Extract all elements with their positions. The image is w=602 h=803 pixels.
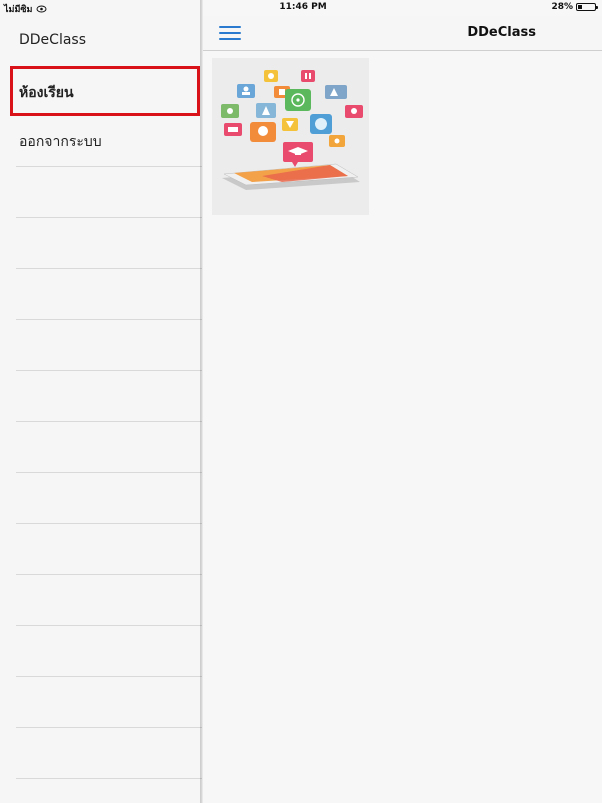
sidebar-empty-row — [0, 269, 202, 320]
sidebar: DDeClass ห้องเรียนออกจากระบบ — [0, 0, 202, 803]
sidebar-item-label: ออกจากระบบ — [19, 134, 102, 150]
page-title: DDeClass — [467, 25, 536, 40]
status-right: 28% — [551, 2, 598, 12]
sidebar-empty-row — [0, 320, 202, 371]
sidebar-menu: ห้องเรียนออกจากระบบ — [0, 66, 202, 779]
status-time: 11:46 PM — [279, 2, 327, 12]
sidebar-empty-row — [0, 728, 202, 779]
sidebar-empty-row — [0, 167, 202, 218]
nav-bar: DDeClass — [203, 16, 602, 51]
sidebar-empty-row — [0, 575, 202, 626]
battery-percent: 28% — [551, 2, 573, 12]
sidebar-item-0[interactable]: ห้องเรียน — [10, 66, 200, 116]
main-panel: DDeClass — [203, 0, 602, 803]
sidebar-empty-row — [0, 218, 202, 269]
education-tablet-illustration — [221, 70, 363, 190]
battery-level — [578, 5, 582, 9]
classroom-card[interactable] — [212, 58, 369, 215]
sidebar-item-label: ห้องเรียน — [19, 85, 74, 101]
sidebar-empty-row — [0, 371, 202, 422]
sidebar-empty-row — [0, 677, 202, 728]
hamburger-menu-icon[interactable] — [219, 24, 241, 42]
battery-icon — [576, 3, 598, 11]
sidebar-title: DDeClass — [19, 32, 87, 48]
status-bar: ไม่มีซิม 11:46 PM 28% — [0, 0, 602, 16]
menu-separator — [16, 778, 202, 779]
sidebar-empty-row — [0, 626, 202, 677]
sidebar-empty-row — [0, 473, 202, 524]
sidebar-item-1[interactable]: ออกจากระบบ — [0, 116, 202, 167]
sidebar-empty-row — [0, 422, 202, 473]
sidebar-empty-row — [0, 524, 202, 575]
